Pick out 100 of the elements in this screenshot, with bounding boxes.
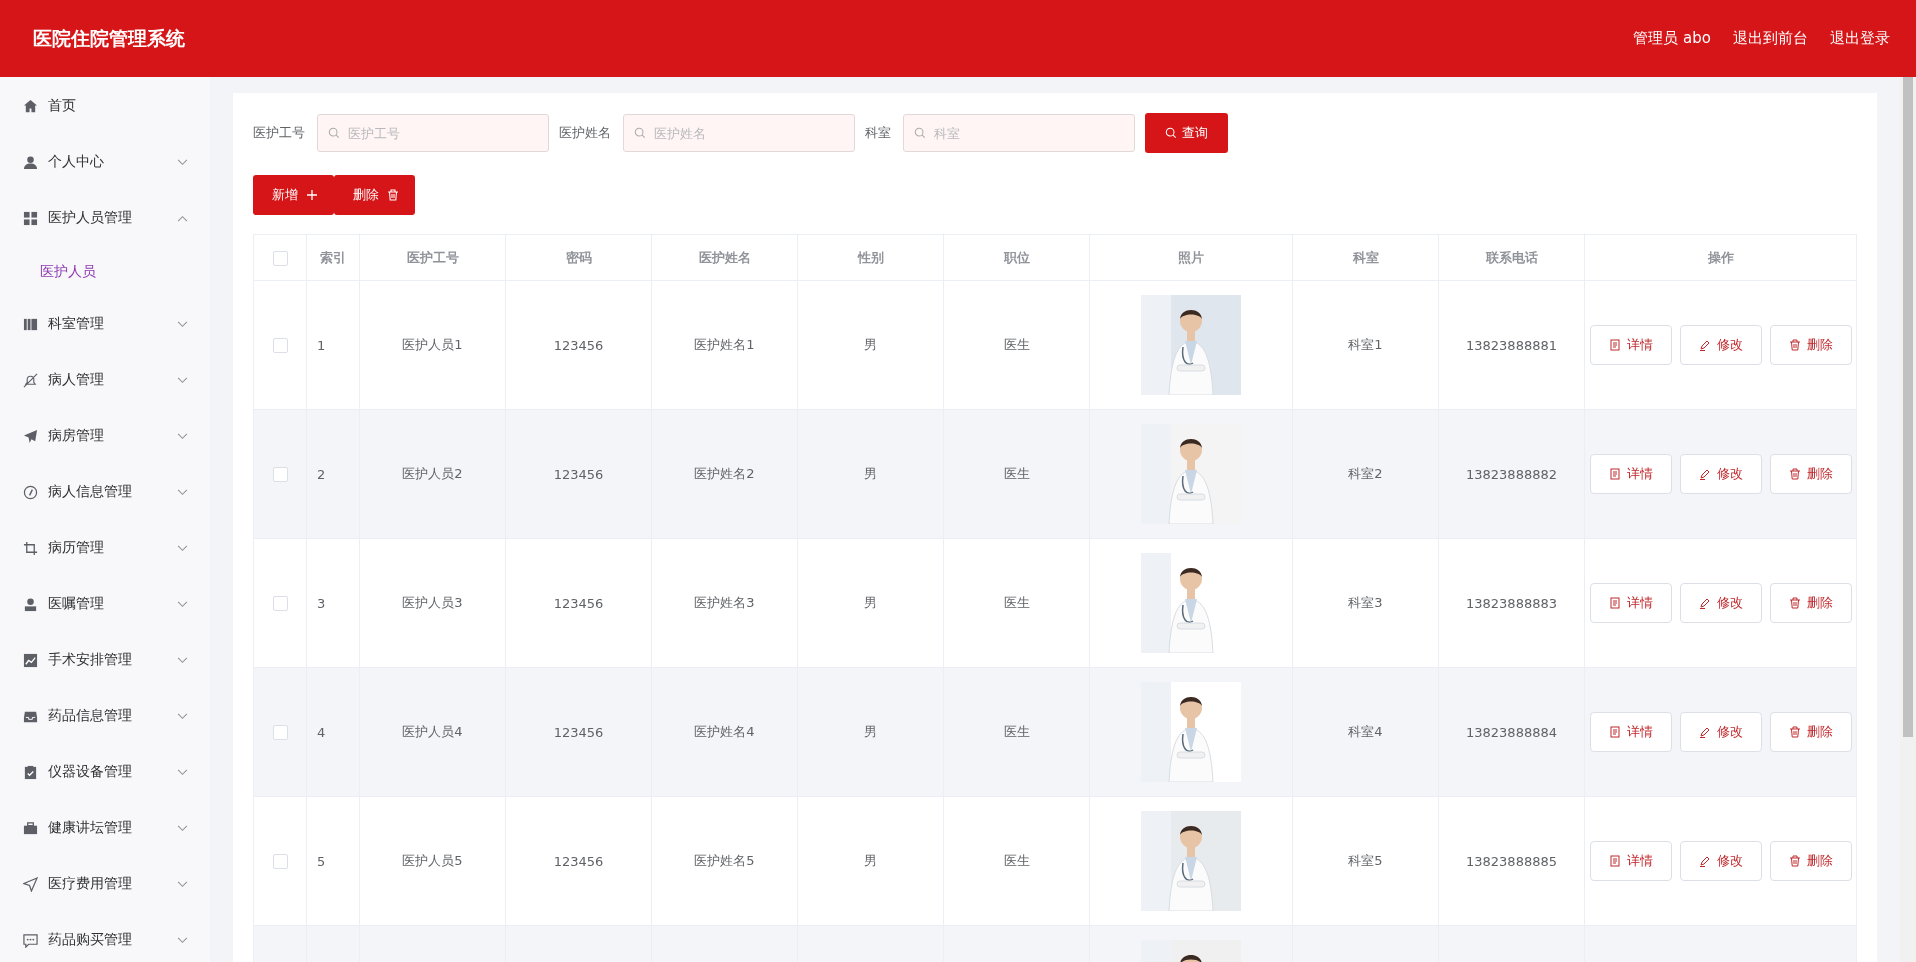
checkbox[interactable]	[272, 725, 288, 740]
paper-plane-icon	[23, 428, 38, 444]
bell-off-icon	[23, 372, 38, 388]
delete-button[interactable]: 删除	[1770, 841, 1852, 881]
search-icon	[328, 127, 340, 139]
detail-button[interactable]: 详情	[1590, 325, 1672, 365]
table-cell: 医生	[943, 409, 1090, 539]
sidebar-item[interactable]: 首页	[0, 78, 210, 134]
chart-icon	[23, 652, 38, 668]
sidebar-item[interactable]: 病房管理	[0, 408, 210, 464]
table-cell: 科室3	[1292, 538, 1439, 668]
search-icon	[634, 127, 646, 139]
table-cell: 13823888885	[1438, 796, 1585, 926]
delete-button[interactable]: 删除	[1770, 583, 1852, 623]
sidebar-item[interactable]: 科室管理	[0, 296, 210, 352]
sidebar-item[interactable]: 病人管理	[0, 352, 210, 408]
search-field[interactable]: 科室	[903, 114, 1135, 152]
document-icon	[1609, 339, 1621, 351]
table-cell: 医生	[943, 796, 1090, 926]
checkbox[interactable]	[272, 854, 288, 869]
search-button[interactable]: 查询	[1145, 113, 1228, 153]
table-cell: 医护姓名3	[651, 538, 798, 668]
sidebar-item[interactable]: 药品信息管理	[0, 688, 210, 744]
table-cell: 男	[797, 796, 944, 926]
chat-icon	[23, 932, 38, 948]
sidebar-item[interactable]: 医护人员管理	[0, 190, 210, 246]
column-header: 职位	[943, 234, 1090, 281]
edit-button[interactable]: 修改	[1680, 454, 1762, 494]
sidebar-item[interactable]: 医嘱管理	[0, 576, 210, 632]
pencil-icon	[1699, 597, 1711, 609]
sidebar-item[interactable]: 个人中心	[0, 134, 210, 190]
table-cell: 医护人员3	[359, 538, 506, 668]
table-cell: 男	[797, 409, 944, 539]
edit-button[interactable]: 修改	[1680, 325, 1762, 365]
edit-button[interactable]: 修改	[1680, 841, 1762, 881]
add-button[interactable]: 新增	[253, 175, 334, 215]
user-icon	[23, 596, 38, 612]
column-header: 医护工号	[359, 234, 506, 281]
app-title: 医院住院管理系统	[33, 25, 185, 51]
table-cell: 科室2	[1292, 409, 1439, 539]
sidebar-item[interactable]: 病人信息管理	[0, 464, 210, 520]
table-cell: 男	[797, 280, 944, 410]
table-cell: 2	[306, 409, 360, 539]
header-link[interactable]: 退出到前台	[1733, 29, 1808, 48]
crop-icon	[23, 540, 38, 556]
column-header: 性别	[797, 234, 944, 281]
sidebar-item[interactable]: 健康讲坛管理	[0, 800, 210, 856]
delete-button[interactable]: 删除	[1770, 325, 1852, 365]
document-icon	[1609, 597, 1621, 609]
table-cell: 13823888883	[1438, 538, 1585, 668]
sidebar-item[interactable]: 手术安排管理	[0, 632, 210, 688]
table-cell: 13823888884	[1438, 667, 1585, 797]
search-field[interactable]: 医护姓名	[623, 114, 855, 152]
trash-icon	[1789, 855, 1801, 867]
field-label: 科室	[865, 124, 891, 142]
table-cell: 男	[797, 667, 944, 797]
grid-icon	[23, 210, 38, 226]
delete-button[interactable]: 删除	[1770, 712, 1852, 752]
checkbox[interactable]	[272, 338, 288, 353]
search-icon	[914, 127, 926, 139]
checkbox[interactable]	[272, 250, 288, 266]
column-header: 科室	[1292, 234, 1439, 281]
search-field[interactable]: 医护工号	[317, 114, 549, 152]
scrollbar[interactable]	[1900, 77, 1916, 962]
person-icon	[23, 154, 38, 170]
column-header: 照片	[1089, 234, 1293, 281]
sidebar-item[interactable]: 药品购买管理	[0, 912, 210, 962]
table-cell: 13823888881	[1438, 280, 1585, 410]
table-cell: 医护姓名4	[651, 667, 798, 797]
checkbox[interactable]	[272, 467, 288, 482]
detail-button[interactable]: 详情	[1590, 583, 1672, 623]
sidebar-item[interactable]: 医疗费用管理	[0, 856, 210, 912]
detail-button[interactable]: 详情	[1590, 454, 1672, 494]
table-cell: 123456	[505, 538, 652, 668]
scrollbar-thumb[interactable]	[1903, 77, 1913, 737]
delete-button[interactable]: 删除	[334, 175, 415, 215]
table-cell: 3	[306, 538, 360, 668]
table-cell: 医护姓名5	[651, 796, 798, 926]
submenu-item[interactable]: 医护人员	[0, 246, 210, 296]
document-icon	[1609, 726, 1621, 738]
detail-button[interactable]: 详情	[1590, 712, 1672, 752]
edit-button[interactable]: 修改	[1680, 712, 1762, 752]
sidebar-item[interactable]: 病历管理	[0, 520, 210, 576]
column-header: 操作	[1584, 234, 1857, 281]
briefcase-icon	[23, 820, 38, 836]
delete-button[interactable]: 删除	[1770, 454, 1852, 494]
sidebar-item[interactable]: 仪器设备管理	[0, 744, 210, 800]
field-label: 医护工号	[253, 124, 305, 142]
table-cell: 医护人员2	[359, 409, 506, 539]
trash-icon	[387, 189, 399, 201]
table-cell: 医护姓名2	[651, 409, 798, 539]
table-cell: 科室4	[1292, 667, 1439, 797]
header-link[interactable]: 退出登录	[1830, 29, 1890, 48]
detail-button[interactable]: 详情	[1590, 841, 1672, 881]
checkbox[interactable]	[272, 596, 288, 611]
edit-button[interactable]: 修改	[1680, 583, 1762, 623]
search-icon	[1165, 127, 1177, 139]
table-cell: 123456	[505, 409, 652, 539]
field-label: 医护姓名	[559, 124, 611, 142]
clipboard-check-icon	[23, 764, 38, 780]
